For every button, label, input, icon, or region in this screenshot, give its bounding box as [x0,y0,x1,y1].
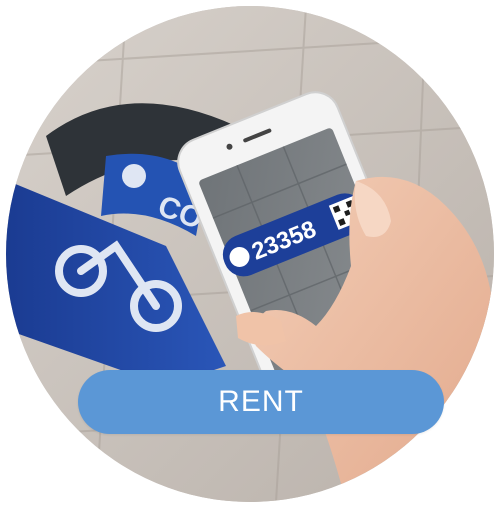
rent-button[interactable]: RENT [78,370,444,434]
rent-button-label: RENT [218,385,304,418]
rent-tile: CO 23358 RENT [0,0,500,507]
